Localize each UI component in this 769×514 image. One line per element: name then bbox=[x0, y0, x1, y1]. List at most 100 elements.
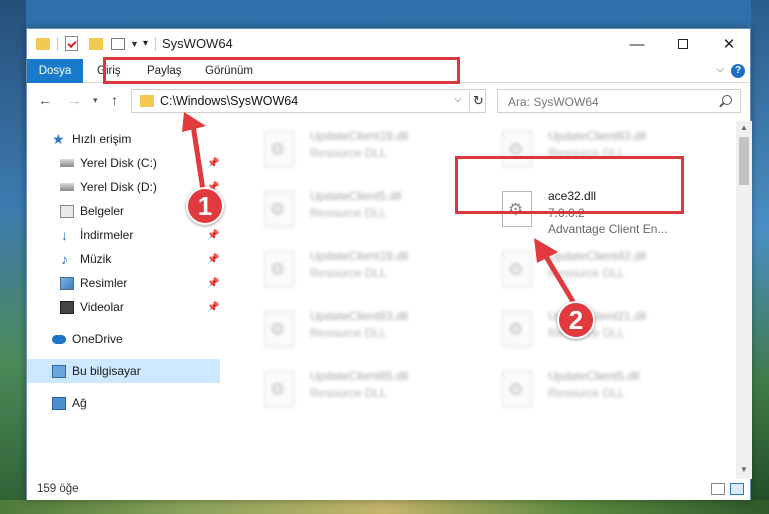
dll-file-icon bbox=[502, 251, 532, 287]
search-box[interactable]: Ara: SysWOW64 bbox=[497, 89, 741, 113]
sidebar-item-label: Yerel Disk (C:) bbox=[80, 156, 157, 170]
chevron-down-icon[interactable]: ▼ bbox=[130, 39, 139, 49]
expand-ribbon-icon[interactable]: ⌵ bbox=[716, 64, 724, 75]
sidebar-item-videos[interactable]: Videolar 📌 bbox=[27, 295, 220, 319]
file-description: Resource DLL bbox=[310, 326, 387, 340]
scrollbar-thumb[interactable] bbox=[739, 137, 749, 185]
pin-icon[interactable]: 📌 bbox=[207, 254, 219, 265]
cloud-icon bbox=[52, 334, 66, 344]
close-button[interactable]: ✕ bbox=[706, 29, 752, 59]
dll-file-icon bbox=[264, 251, 294, 287]
file-item[interactable]: UpdateClient65.dll Resource DLL bbox=[252, 361, 484, 417]
pin-icon[interactable]: 📌 bbox=[207, 158, 219, 169]
pin-icon[interactable]: 📌 bbox=[207, 302, 219, 313]
window-title: SysWOW64 bbox=[162, 36, 233, 51]
up-arrow-icon[interactable]: ↑ bbox=[111, 92, 118, 108]
sidebar-item-pictures[interactable]: Resimler 📌 bbox=[27, 271, 220, 295]
customize-toolbar-icon[interactable] bbox=[111, 38, 125, 50]
file-item[interactable]: UpdateClient63.dll Resource DLL bbox=[252, 301, 484, 357]
refresh-icon[interactable]: ↻ bbox=[469, 91, 487, 111]
sidebar-item-label: Ağ bbox=[72, 396, 87, 410]
sidebar-item-label: Videolar bbox=[80, 300, 124, 314]
file-description: Advantage Client En... bbox=[548, 222, 668, 236]
file-name: UpdateClient63.dll bbox=[310, 309, 409, 323]
file-item[interactable]: UpdateClient5.dll Resource DLL bbox=[252, 181, 484, 237]
back-arrow-icon[interactable]: ← bbox=[38, 92, 52, 108]
address-path[interactable]: C:\Windows\SysWOW64 bbox=[160, 94, 298, 108]
file-highlight bbox=[455, 156, 684, 214]
folder-icon bbox=[140, 95, 154, 107]
search-placeholder[interactable]: Ara: SysWOW64 bbox=[508, 95, 599, 109]
file-name: UpdateClient5.dll bbox=[310, 189, 402, 203]
help-icon[interactable]: ? bbox=[731, 64, 745, 78]
file-description: Resource DLL bbox=[548, 266, 625, 280]
file-name: UpdateClient5.dll bbox=[548, 369, 640, 383]
sidebar-item-onedrive[interactable]: OneDrive bbox=[27, 327, 220, 351]
toolbar-divider bbox=[57, 37, 58, 51]
sidebar-item-downloads[interactable]: ↓ İndirmeler 📌 bbox=[27, 223, 220, 247]
dll-file-icon bbox=[264, 311, 294, 347]
video-icon bbox=[60, 300, 74, 314]
sidebar-item-label: Hızlı erişim bbox=[72, 132, 132, 146]
tiles-view-icon[interactable] bbox=[730, 483, 744, 495]
vertical-scrollbar[interactable]: ▲ ▼ bbox=[736, 121, 752, 479]
sidebar-item-label: OneDrive bbox=[72, 332, 123, 346]
drive-icon bbox=[60, 159, 74, 167]
music-icon: ♪ bbox=[61, 250, 68, 267]
details-view-icon[interactable] bbox=[711, 483, 725, 495]
file-name: UpdateClient65.dll bbox=[310, 369, 409, 383]
address-bar[interactable]: C:\Windows\SysWOW64 ⌵ ↻ bbox=[131, 89, 486, 113]
dll-file-icon bbox=[502, 371, 532, 407]
sidebar-item-label: Belgeler bbox=[80, 204, 125, 218]
dll-file-icon bbox=[264, 191, 294, 227]
address-dropdown-icon[interactable]: ⌵ bbox=[454, 94, 462, 105]
folder-icon bbox=[36, 38, 50, 50]
new-folder-icon[interactable] bbox=[89, 38, 103, 50]
title-bar: ▼ ▾ SysWOW64 — ✕ bbox=[27, 29, 750, 59]
file-item[interactable]: UpdateClient21.dll Resource DLL bbox=[490, 301, 722, 357]
file-item[interactable]: UpdateClient42.dll Resource DLL bbox=[490, 241, 722, 297]
tab-file[interactable]: Dosya bbox=[27, 59, 83, 83]
sidebar-item-this-pc[interactable]: Bu bilgisayar bbox=[27, 359, 220, 383]
sidebar-item-music[interactable]: ♪ Müzik 📌 bbox=[27, 247, 220, 271]
file-name: UpdateClient63.dll bbox=[548, 129, 647, 143]
navigation-pane: ★ Hızlı erişim Yerel Disk (C:) 📌 Yerel D… bbox=[27, 121, 220, 471]
minimize-button[interactable]: — bbox=[614, 29, 660, 59]
sidebar-item-network[interactable]: Ağ bbox=[27, 391, 220, 415]
file-item[interactable]: UpdateClient19.dll Resource DLL bbox=[252, 241, 484, 297]
network-icon bbox=[52, 396, 66, 410]
file-name: UpdateClient19.dll bbox=[310, 249, 409, 263]
scroll-up-icon[interactable]: ▲ bbox=[740, 123, 748, 132]
desktop-background-bottom bbox=[0, 500, 769, 514]
sidebar-item-local-disk-c[interactable]: Yerel Disk (C:) 📌 bbox=[27, 151, 220, 175]
star-icon: ★ bbox=[52, 130, 65, 147]
desktop-background-right bbox=[751, 0, 769, 514]
search-icon[interactable] bbox=[722, 95, 732, 105]
quick-access-menu-icon[interactable]: ▾ bbox=[143, 38, 148, 49]
maximize-button[interactable] bbox=[660, 29, 706, 59]
scroll-down-icon[interactable]: ▼ bbox=[740, 465, 748, 474]
file-description: Resource DLL bbox=[548, 386, 625, 400]
sidebar-item-label: Bu bilgisayar bbox=[72, 364, 141, 378]
properties-icon[interactable] bbox=[65, 36, 78, 51]
sidebar-item-label: Müzik bbox=[80, 252, 112, 266]
pin-icon[interactable]: 📌 bbox=[207, 230, 219, 241]
pin-icon[interactable]: 📌 bbox=[207, 278, 219, 289]
sidebar-item-label: Resimler bbox=[80, 276, 128, 290]
file-name: UpdateClient42.dll bbox=[548, 249, 647, 263]
toolbar-divider bbox=[155, 37, 156, 51]
recent-locations-icon[interactable]: ▾ bbox=[93, 95, 98, 106]
file-explorer-window: ▼ ▾ SysWOW64 — ✕ Dosya Giriş Paylaş Görü… bbox=[26, 28, 752, 500]
sidebar-item-quick-access[interactable]: ★ Hızlı erişim bbox=[27, 127, 220, 151]
forward-arrow-icon[interactable]: → bbox=[67, 92, 81, 108]
sidebar-item-label: İndirmeler bbox=[80, 228, 134, 242]
callout-step-1: 1 bbox=[186, 187, 224, 225]
file-item[interactable]: UpdateClient19.dll Resource DLL bbox=[252, 121, 484, 177]
sidebar-item-label: Yerel Disk (D:) bbox=[80, 180, 157, 194]
drive-icon bbox=[60, 183, 74, 191]
dll-file-icon bbox=[502, 311, 532, 347]
file-description: Resource DLL bbox=[310, 266, 387, 280]
address-bar-highlight bbox=[103, 57, 460, 84]
download-icon: ↓ bbox=[61, 226, 68, 243]
file-item[interactable]: UpdateClient5.dll Resource DLL bbox=[490, 361, 722, 417]
